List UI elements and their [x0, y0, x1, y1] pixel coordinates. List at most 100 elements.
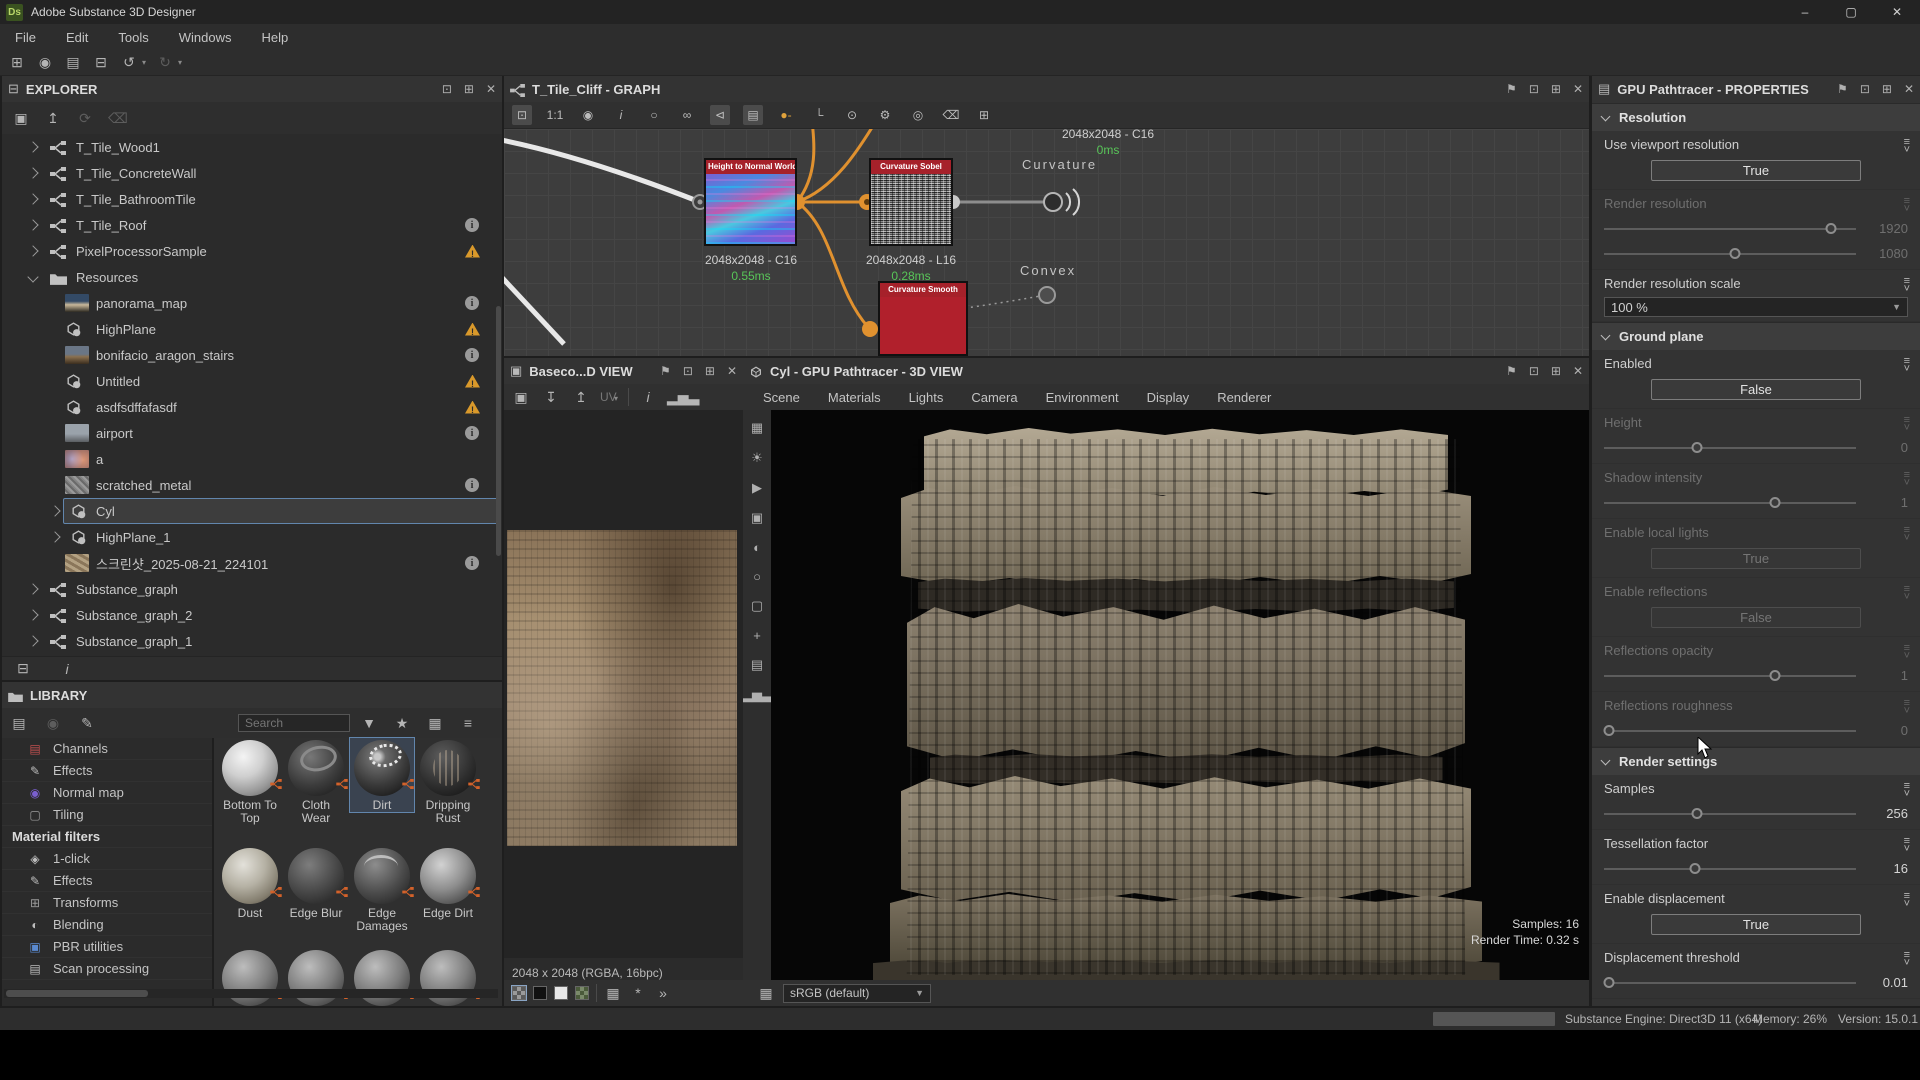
float-panel-icon[interactable]: ⊡ — [1529, 364, 1539, 378]
chevron-right-icon[interactable] — [27, 193, 38, 204]
float-panel-icon[interactable]: ⊡ — [1860, 82, 1870, 96]
preset-icon[interactable]: ≡˅ — [1904, 138, 1910, 154]
display-icon[interactable]: ▦ — [751, 420, 763, 436]
clean-icon[interactable]: ⌫ — [108, 110, 128, 127]
close-icon[interactable]: ✕ — [1874, 0, 1920, 24]
tree-row-Substance_graph_2[interactable]: Substance_graph_2 — [2, 602, 502, 628]
shadow-icon[interactable]: ○ — [753, 569, 761, 584]
view3d-menu-camera[interactable]: Camera — [959, 390, 1029, 405]
slider-handle[interactable] — [1604, 977, 1615, 988]
pointer-icon[interactable]: ▶ — [752, 480, 762, 496]
slider-value[interactable]: 0 — [1866, 723, 1908, 738]
slider-handle[interactable] — [1689, 863, 1700, 874]
section-ground-plane[interactable]: Ground plane — [1592, 322, 1920, 350]
preset-icon[interactable]: ≡˅ — [1904, 892, 1910, 908]
library-item-edge-damages[interactable]: EdgeDamages — [350, 846, 414, 933]
tree-row-T_Tile_ConcreteWall[interactable]: T_Tile_ConcreteWall — [2, 160, 502, 186]
layers-icon[interactable]: ▤ — [743, 105, 763, 125]
tree-row-a[interactable]: a — [2, 446, 502, 472]
bg-black-icon[interactable] — [533, 986, 547, 1000]
menu-windows[interactable]: Windows — [164, 30, 247, 45]
chevron-right-icon[interactable] — [49, 505, 60, 516]
save-icon[interactable]: ▣ — [12, 110, 30, 127]
grid-icon[interactable]: ▦ — [604, 985, 622, 1002]
slider-track[interactable] — [1604, 868, 1856, 870]
preset-icon[interactable]: ≡˅ — [1904, 951, 1910, 967]
section-resolution[interactable]: Resolution — [1592, 103, 1920, 131]
view3d-menu-materials[interactable]: Materials — [816, 390, 893, 405]
filter-icon[interactable]: ▼ — [360, 715, 378, 732]
pin-icon[interactable]: ⚑ — [1506, 364, 1517, 378]
dropdown-select[interactable]: 100 %▼ — [1604, 297, 1908, 317]
slider-handle[interactable] — [1692, 808, 1703, 819]
tree-row-T_Tile_BathroomTile[interactable]: T_Tile_BathroomTile — [2, 186, 502, 212]
view3d-menu-renderer[interactable]: Renderer — [1205, 390, 1283, 405]
maximize-panel-icon[interactable]: ⊞ — [1882, 82, 1892, 96]
bg-checker-icon[interactable] — [512, 986, 526, 1000]
minimize-icon[interactable]: – — [1782, 0, 1828, 24]
view3d-menu-scene[interactable]: Scene — [751, 390, 812, 405]
library-item-cloth-wear[interactable]: ClothWear — [284, 738, 348, 825]
maximize-panel-icon[interactable]: ⊞ — [1551, 82, 1561, 96]
add-filter-icon[interactable]: ◉ — [44, 715, 62, 732]
close-panel-icon[interactable]: ✕ — [486, 82, 496, 96]
warning-icon[interactable] — [465, 401, 480, 414]
wireframe-icon[interactable]: ▤ — [751, 657, 763, 673]
menu-edit[interactable]: Edit — [51, 30, 103, 45]
graph-node[interactable]: Curvature Smooth — [878, 281, 968, 356]
library-category-tiling[interactable]: ▢Tiling — [2, 804, 212, 826]
slider-track[interactable] — [1604, 730, 1856, 732]
view2d-canvas[interactable] — [504, 410, 743, 958]
library-item-edge-blur[interactable]: Edge Blur — [284, 846, 348, 920]
new-package-icon[interactable]: ◉ — [36, 54, 54, 71]
graph-view-icon[interactable]: ⊲ — [710, 105, 730, 125]
view3d-menu-environment[interactable]: Environment — [1034, 390, 1131, 405]
tree-row-Cyl[interactable]: Cyl — [2, 498, 502, 524]
slider-value[interactable]: 0 — [1866, 440, 1908, 455]
menu-file[interactable]: File — [0, 30, 51, 45]
library-item-dripping-rust[interactable]: DrippingRust — [416, 738, 480, 825]
close-panel-icon[interactable]: ✕ — [1904, 82, 1914, 96]
export-icon[interactable]: ↥ — [572, 389, 590, 406]
library-item-dust[interactable]: Dust — [218, 846, 282, 920]
slider-handle[interactable] — [1770, 670, 1781, 681]
redo-icon[interactable]: ↻ — [156, 54, 174, 71]
move-icon[interactable]: + — [753, 628, 761, 643]
info-icon[interactable]: i — [611, 105, 631, 125]
library-category-channels[interactable]: ▤Channels — [2, 738, 212, 760]
redo-icon-caret[interactable]: ▾ — [178, 58, 182, 67]
slider-value[interactable]: 1 — [1866, 668, 1908, 683]
pin-icon[interactable]: ⚑ — [1837, 82, 1848, 96]
preset-icon[interactable]: ≡˅ — [1904, 837, 1910, 853]
menu-help[interactable]: Help — [246, 30, 303, 45]
link-display-icon[interactable]: ∞ — [677, 105, 697, 125]
slider-value[interactable]: 1920 — [1866, 221, 1908, 236]
maximize-panel-icon[interactable]: ⊞ — [705, 364, 715, 378]
list-view-icon[interactable]: ≡ — [459, 715, 477, 732]
undo-icon[interactable]: ↺ — [120, 54, 138, 71]
chevron-right-icon[interactable] — [27, 635, 38, 646]
maximize-panel-icon[interactable]: ⊞ — [1551, 364, 1561, 378]
preset-icon[interactable]: ≡˅ — [1904, 699, 1910, 715]
grid-snap-icon[interactable]: ⊞ — [974, 105, 994, 125]
grid-view-icon[interactable]: ▦ — [426, 715, 444, 732]
slider-track[interactable] — [1604, 675, 1856, 677]
tree-row-bonifacio_aragon_stairs[interactable]: bonifacio_aragon_stairsi — [2, 342, 502, 368]
library-category-normal-map[interactable]: ◉Normal map — [2, 782, 212, 804]
link-icon[interactable]: ⊟ — [92, 54, 110, 71]
search-icon[interactable]: ○ — [644, 105, 664, 125]
info-icon[interactable]: i — [465, 478, 479, 492]
tree-row-HighPlane[interactable]: HighPlane — [2, 316, 502, 342]
preset-icon[interactable]: ≡˅ — [1904, 585, 1910, 601]
graph-node[interactable]: Height to Normal World... — [704, 158, 797, 246]
preset-icon[interactable]: ≡˅ — [1904, 644, 1910, 660]
preset-icon[interactable]: ≡˅ — [1904, 782, 1910, 798]
info-icon[interactable]: i — [465, 348, 479, 362]
float-panel-icon[interactable]: ⊡ — [683, 364, 693, 378]
graph-canvas[interactable]: Height to Normal World... Curvature Sobe… — [504, 129, 1589, 356]
connection-style-icon[interactable]: └ — [809, 105, 829, 125]
chevron-right-icon[interactable] — [27, 245, 38, 256]
pin-icon[interactable]: ⚑ — [660, 364, 671, 378]
edit-icon[interactable]: ✎ — [78, 715, 96, 732]
chevron-right-icon[interactable] — [27, 141, 38, 152]
